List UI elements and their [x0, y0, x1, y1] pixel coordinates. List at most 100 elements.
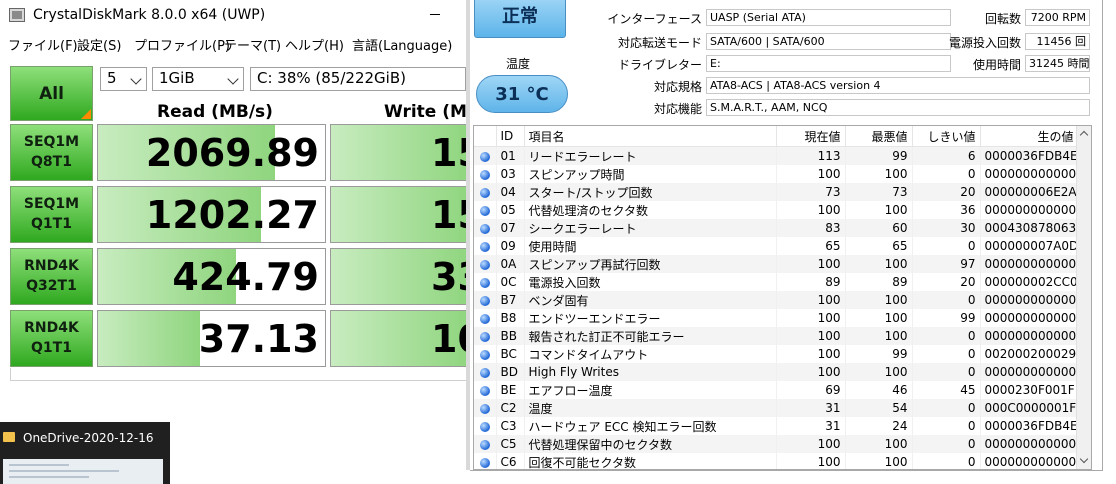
threshold-cell: 97: [912, 255, 981, 273]
raw-value-cell: 000000000000: [980, 453, 1079, 469]
table-row[interactable]: C3 ハードウェア ECC 検知エラー回数 31 24 0 0000036FDB4E: [474, 417, 1079, 435]
table-row[interactable]: BC コマンドタイムアウト 100 99 0 002000200029: [474, 345, 1079, 363]
header-id[interactable]: ID: [496, 126, 525, 147]
minimize-button[interactable]: [420, 0, 450, 30]
id-cell: BB: [496, 327, 525, 345]
current-value-cell: 69: [776, 381, 846, 399]
table-row[interactable]: 05 代替処理済のセクタ数 100 100 36 000000000000: [474, 201, 1079, 219]
status-good-icon: [479, 457, 490, 468]
table-row[interactable]: 03 スピンアップ時間 100 100 0 000000000000: [474, 165, 1079, 183]
attribute-name-cell: リードエラーレート: [524, 146, 777, 165]
table-row[interactable]: 07 シークエラーレート 83 60 30 000430878063: [474, 219, 1079, 237]
current-value-cell: 100: [776, 255, 846, 273]
standard-label: 対応規格: [653, 80, 702, 94]
raw-value-cell: 000000000000: [980, 435, 1079, 453]
table-row[interactable]: B8 エンドツーエンドエラー 100 100 99 000000000000: [474, 309, 1079, 327]
scroll-up-icon[interactable]: [1079, 130, 1089, 140]
table-row[interactable]: BE エアフロー温度 69 46 45 0000230F001F: [474, 381, 1079, 399]
raw-value-cell: 000C0000001F: [980, 399, 1079, 417]
drive-letter-label: ドライブレター: [617, 58, 702, 72]
status-cell: [474, 381, 497, 399]
menu-profile[interactable]: プロファイル(P): [134, 35, 230, 54]
table-row[interactable]: 0C 電源投入回数 89 89 20 000000002CC0: [474, 273, 1079, 291]
header-worst[interactable]: 最悪値: [845, 126, 913, 147]
header-status: [474, 126, 497, 147]
menu-help[interactable]: ヘルプ(H): [285, 35, 344, 54]
menu-file[interactable]: ファイル(F): [8, 35, 78, 54]
status-cell: [474, 345, 497, 363]
taskbar-thumbnail[interactable]: OneDrive-2020-12-16: [0, 422, 170, 484]
menu-language[interactable]: 言語(Language): [352, 35, 452, 54]
attribute-name-cell: 使用時間: [524, 237, 777, 255]
id-cell: C5: [496, 435, 525, 453]
write-value: 33: [431, 255, 469, 299]
menu-settings[interactable]: 設定(S): [77, 35, 121, 54]
id-cell: 05: [496, 201, 525, 219]
id-cell: 01: [496, 146, 525, 165]
raw-value-cell: 000000002CC0: [980, 273, 1079, 291]
read-result-box: 37.13: [97, 310, 326, 367]
header-threshold[interactable]: しきい値: [912, 126, 981, 147]
status-cell: [474, 146, 497, 165]
features-value: S.M.A.R.T., AAM, NCQ: [706, 99, 1090, 116]
drive-select[interactable]: C: 38% (85/222GiB): [250, 67, 466, 91]
worst-value-cell: 100: [845, 327, 913, 345]
menu-theme[interactable]: テーマ(T): [224, 35, 281, 54]
status-cell: [474, 363, 497, 381]
scroll-down-icon[interactable]: [1079, 454, 1089, 464]
current-value-cell: 100: [776, 291, 846, 309]
table-row[interactable]: C6 回復不可能セクタ数 100 100 0 000000000000: [474, 453, 1079, 469]
table-row[interactable]: 04 スタート/ストップ回数 73 73 20 000000006E2A: [474, 183, 1079, 201]
threshold-cell: 0: [912, 435, 981, 453]
id-cell: 0C: [496, 273, 525, 291]
raw-value-cell: 000000000000: [980, 201, 1079, 219]
id-cell: 07: [496, 219, 525, 237]
table-row[interactable]: BB 報告された訂正不可能エラー 100 100 0 000000000000: [474, 327, 1079, 345]
raw-value-cell: 0000230F001F: [980, 381, 1079, 399]
vertical-scrollbar[interactable]: [1076, 126, 1091, 469]
header-current[interactable]: 現在値: [776, 126, 846, 147]
table-row[interactable]: C2 温度 31 54 0 000C0000001F: [474, 399, 1079, 417]
status-cell: [474, 327, 497, 345]
worst-value-cell: 60: [845, 219, 913, 237]
table-row[interactable]: 09 使用時間 65 65 0 000000007A0D: [474, 237, 1079, 255]
test-size-select[interactable]: 1GiB: [152, 67, 244, 91]
read-value: 1202.27: [145, 193, 319, 237]
current-value-cell: 89: [776, 273, 846, 291]
header-attribute-name[interactable]: 項目名: [524, 126, 777, 147]
test-button-seq1m-q8t1[interactable]: SEQ1M Q8T1: [10, 124, 93, 181]
attribute-name-cell: エアフロー温度: [524, 381, 777, 399]
attribute-name-cell: スピンアップ時間: [524, 165, 777, 183]
current-value-cell: 83: [776, 219, 846, 237]
interface-label: インターフェース: [607, 12, 702, 26]
test-button-rnd4k-q1t1[interactable]: RND4K Q1T1: [10, 310, 93, 367]
id-cell: 03: [496, 165, 525, 183]
test-button-rnd4k-q32t1[interactable]: RND4K Q32T1: [10, 248, 93, 305]
write-result-box: 154: [330, 186, 470, 243]
health-status-value: 正常: [502, 6, 538, 27]
rotation-rate-label: 回転数: [984, 12, 1021, 26]
table-row[interactable]: B7 ベンダ固有 100 100 0 000000000000: [474, 291, 1079, 309]
table-row[interactable]: C5 代替処理保留中のセクタ数 100 100 0 000000000000: [474, 435, 1079, 453]
table-row[interactable]: 0A スピンアップ再試行回数 100 100 97 000000000000: [474, 255, 1079, 273]
raw-value-cell: 000000000000: [980, 165, 1079, 183]
header-raw-value[interactable]: 生の値: [980, 126, 1079, 147]
table-row[interactable]: BD High Fly Writes 100 100 0 000000000000: [474, 363, 1079, 381]
table-row[interactable]: 01 リードエラーレート 113 99 6 0000036FDB4E: [474, 146, 1079, 165]
status-cell: [474, 309, 497, 327]
all-button[interactable]: All: [10, 66, 93, 121]
temperature-button[interactable]: 31 °C: [476, 75, 568, 113]
test-count-select[interactable]: 5: [100, 67, 147, 91]
id-cell: C2: [496, 399, 525, 417]
raw-value-cell: 000000000000: [980, 309, 1079, 327]
worst-value-cell: 65: [845, 237, 913, 255]
attribute-name-cell: エンドツーエンドエラー: [524, 309, 777, 327]
comment-box[interactable]: [10, 368, 467, 381]
status-good-icon: [479, 277, 490, 288]
health-status-button[interactable]: 正常: [474, 0, 566, 38]
write-value: 10: [431, 317, 469, 361]
threshold-cell: 0: [912, 399, 981, 417]
attribute-name-cell: 代替処理済のセクタ数: [524, 201, 777, 219]
test-button-seq1m-q1t1[interactable]: SEQ1M Q1T1: [10, 186, 93, 243]
current-value-cell: 100: [776, 165, 846, 183]
